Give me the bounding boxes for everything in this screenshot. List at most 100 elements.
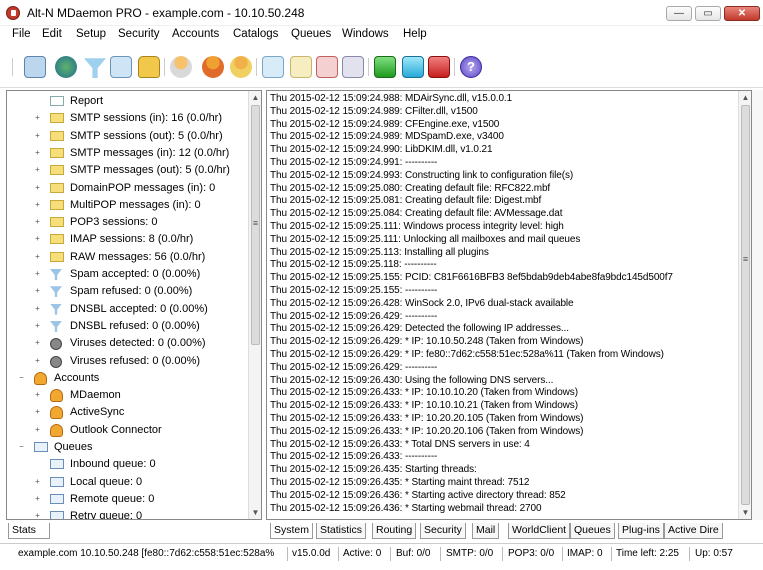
tab-system[interactable]: System: [270, 523, 314, 539]
globe-icon[interactable]: [55, 56, 77, 78]
scroll-up-arrow-icon[interactable]: ▲: [739, 91, 751, 104]
expand-icon[interactable]: +: [33, 131, 42, 141]
tree-item[interactable]: + DNSBL accepted: 0 (0.00%): [7, 301, 247, 318]
status-uptime: Up: 0:57: [695, 548, 733, 559]
red-light-icon[interactable]: [428, 56, 450, 78]
envelope-cycle-icon[interactable]: [342, 56, 364, 78]
tree-item[interactable]: + Spam refused: 0 (0.00%): [7, 283, 247, 300]
menu-setup[interactable]: Setup: [76, 28, 106, 40]
envelope-icon[interactable]: [290, 56, 312, 78]
menu-file[interactable]: File: [12, 28, 31, 40]
cyan-light-icon[interactable]: [402, 56, 424, 78]
expand-icon[interactable]: +: [33, 235, 42, 244]
expand-icon[interactable]: +: [33, 148, 42, 158]
green-light-icon[interactable]: [374, 56, 396, 78]
expand-icon[interactable]: +: [33, 408, 42, 417]
expand-icon[interactable]: +: [33, 494, 42, 504]
expand-icon[interactable]: +: [33, 200, 42, 210]
menu-security[interactable]: Security: [118, 28, 160, 40]
expand-icon[interactable]: +: [33, 270, 42, 279]
status-active: Active: 0: [343, 548, 382, 559]
tree-scrollbar[interactable]: ▲ ≡ ▼: [248, 91, 261, 519]
scroll-down-arrow-icon[interactable]: ▼: [739, 506, 751, 519]
expand-icon[interactable]: +: [33, 512, 42, 519]
menu-windows[interactable]: Windows: [342, 28, 389, 40]
funnel-icon[interactable]: [84, 58, 106, 78]
tree-item[interactable]: + MultiPOP messages (in): 0: [7, 197, 247, 214]
expand-icon[interactable]: +: [33, 391, 42, 400]
tree-item[interactable]: + Spam accepted: 0 (0.00%): [7, 266, 247, 283]
collapse-icon[interactable]: −: [17, 443, 26, 452]
tab-security[interactable]: Security: [420, 523, 466, 539]
tree-item[interactable]: + ActiveSync: [7, 404, 247, 421]
menu-queues[interactable]: Queues: [291, 28, 331, 40]
expand-icon[interactable]: +: [33, 166, 42, 175]
envelope-out-icon[interactable]: [316, 56, 338, 78]
user-icon[interactable]: [170, 56, 192, 78]
tree-item[interactable]: + DomainPOP messages (in): 0: [7, 180, 247, 197]
minimize-button[interactable]: —: [666, 6, 692, 21]
tree-item[interactable]: − Accounts: [7, 370, 247, 387]
tree-item[interactable]: + MDaemon: [7, 387, 247, 404]
tree-item[interactable]: + Remote queue: 0: [7, 491, 247, 508]
scroll-down-arrow-icon[interactable]: ▼: [249, 506, 261, 519]
expand-icon[interactable]: +: [33, 425, 42, 435]
menu-edit[interactable]: Edit: [42, 28, 62, 40]
tree-item[interactable]: + RAW messages: 56 (0.0/hr): [7, 249, 247, 266]
tree-item[interactable]: + DNSBL refused: 0 (0.00%): [7, 318, 247, 335]
expand-icon[interactable]: +: [33, 114, 42, 123]
monitor-icon[interactable]: [24, 56, 46, 78]
menu-catalogs[interactable]: Catalogs: [233, 28, 278, 40]
tree-item[interactable]: + SMTP messages (in): 12 (0.0/hr): [7, 145, 247, 162]
stats-tree[interactable]: ▲ ≡ ▼ Report + SMTP sessions (in): 16 (0.0…: [6, 90, 262, 520]
tree-item[interactable]: + IMAP sessions: 8 (0.0/hr): [7, 231, 247, 248]
users-icon[interactable]: [202, 56, 224, 78]
tree-item[interactable]: Report: [7, 93, 247, 110]
envelope-in-icon[interactable]: [262, 56, 284, 78]
tree-item[interactable]: + SMTP sessions (out): 5 (0.0/hr): [7, 128, 247, 145]
tree-item[interactable]: + SMTP messages (out): 5 (0.0/hr): [7, 162, 247, 179]
expand-icon[interactable]: +: [33, 183, 42, 193]
expand-icon[interactable]: +: [33, 287, 42, 296]
menu-help[interactable]: Help: [403, 28, 427, 40]
address-book-icon[interactable]: [110, 56, 132, 78]
collapse-icon[interactable]: −: [17, 373, 26, 383]
tree-item[interactable]: + Outlook Connector: [7, 422, 247, 439]
expand-icon[interactable]: +: [33, 218, 42, 227]
tree-item[interactable]: + Viruses detected: 0 (0.00%): [7, 335, 247, 352]
expand-icon[interactable]: +: [33, 356, 42, 366]
user-icon: [34, 371, 47, 385]
menu-accounts[interactable]: Accounts: [172, 28, 219, 40]
log-scrollbar[interactable]: ▲ ≡ ▼: [738, 91, 751, 519]
tab-mail[interactable]: Mail: [472, 523, 500, 539]
tree-item[interactable]: + Retry queue: 0: [7, 508, 247, 519]
system-log[interactable]: ▲ ≡ ▼ Thu 2015-02-12 15:09:24.988: MDAir…: [266, 90, 752, 520]
tab-active-dire[interactable]: Active Dire: [664, 523, 723, 539]
tab-stats[interactable]: Stats: [8, 523, 50, 539]
tree-item[interactable]: + Local queue: 0: [7, 474, 247, 491]
scroll-up-arrow-icon[interactable]: ▲: [249, 91, 261, 104]
tab-statistics[interactable]: Statistics: [316, 523, 367, 539]
expand-icon[interactable]: +: [33, 339, 42, 348]
tab-routing[interactable]: Routing: [372, 523, 417, 539]
tab-queues[interactable]: Queues: [570, 523, 615, 539]
tree-item-label: MultiPOP messages (in): 0: [70, 198, 201, 211]
tree-item[interactable]: + SMTP sessions (in): 16 (0.0/hr): [7, 110, 247, 127]
restore-button[interactable]: ▭: [695, 6, 721, 21]
tab-worldclient[interactable]: WorldClient: [508, 523, 571, 539]
close-button[interactable]: ✕: [724, 6, 760, 21]
group-icon[interactable]: [230, 56, 252, 78]
lock-icon[interactable]: [138, 56, 160, 78]
expand-icon[interactable]: +: [33, 304, 42, 314]
title-bar: Alt-N MDaemon PRO - example.com - 10.10.…: [0, 0, 763, 26]
expand-icon[interactable]: +: [33, 321, 42, 331]
scroll-thumb[interactable]: [741, 105, 750, 505]
expand-icon[interactable]: +: [33, 252, 42, 262]
tree-item[interactable]: Inbound queue: 0: [7, 456, 247, 473]
tab-plug-ins[interactable]: Plug-ins: [618, 523, 664, 539]
tree-item[interactable]: + POP3 sessions: 0: [7, 214, 247, 231]
expand-icon[interactable]: +: [33, 477, 42, 487]
tree-item[interactable]: − Queues: [7, 439, 247, 456]
help-icon[interactable]: ?: [460, 56, 482, 78]
tree-item[interactable]: + Viruses refused: 0 (0.00%): [7, 353, 247, 370]
